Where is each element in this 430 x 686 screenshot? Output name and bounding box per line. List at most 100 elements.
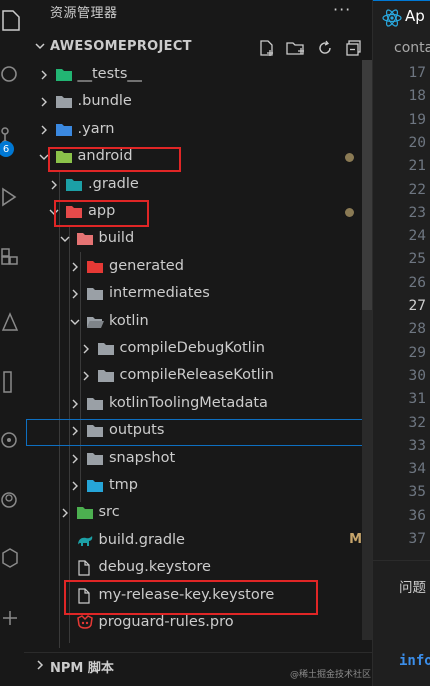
- line-number: 30: [408, 367, 426, 384]
- more-actions-icon[interactable]: ···: [333, 0, 351, 19]
- git-modified-badge: M: [349, 531, 362, 547]
- gradle-folder-icon: [65, 177, 83, 193]
- tree-item-label: tmp: [109, 477, 139, 493]
- chevron-right-icon: [37, 68, 51, 82]
- npm-scripts-title: NPM 脚本: [50, 661, 114, 676]
- generated-folder-icon: [86, 259, 104, 275]
- tree-item-label: src: [98, 504, 120, 521]
- activity-bar: 6: [0, 0, 24, 686]
- folder-icon: [97, 368, 115, 384]
- tree-item-debug-keystore[interactable]: debug.keystore: [24, 555, 372, 582]
- tree-item-label: build.gradle: [98, 531, 185, 548]
- tab-label: Ap: [405, 7, 425, 25]
- search-icon[interactable]: [0, 62, 24, 86]
- editor-area: Ap conta 17 18 19 20 21 22 23 24 25 26 27 28 29 30 31 3…: [373, 0, 430, 686]
- line-number: 29: [408, 344, 426, 361]
- tab-app[interactable]: Ap: [373, 0, 430, 34]
- explorer-title: 资源管理器: [50, 6, 118, 21]
- new-file-icon[interactable]: [256, 38, 278, 58]
- tree-item-label: generated: [109, 257, 184, 274]
- line-number: 22: [408, 181, 426, 198]
- chevron-down-icon: [58, 232, 72, 246]
- tree-item-build-gradle[interactable]: build.gradle M: [24, 528, 372, 555]
- tests-folder-icon: [55, 67, 73, 83]
- tree-item-label: __tests__: [77, 66, 142, 82]
- project-header[interactable]: AWESOMEPROJECT: [24, 36, 372, 60]
- tree-item-label: kotlinToolingMetadata: [109, 394, 268, 411]
- tree-item-tmp[interactable]: tmp: [24, 473, 372, 500]
- breadcrumb[interactable]: conta: [394, 40, 430, 56]
- focus-outline: [26, 419, 372, 446]
- line-number: 17: [408, 65, 426, 81]
- tree-item-label: compileReleaseKotlin: [119, 367, 274, 384]
- files-icon[interactable]: [0, 8, 24, 32]
- new-folder-icon[interactable]: [285, 38, 307, 58]
- proguard-file-icon: [76, 615, 94, 631]
- tree-item-generated[interactable]: generated: [24, 254, 372, 281]
- tree-item-tests[interactable]: __tests__: [24, 62, 372, 89]
- highlight-box-app: [54, 200, 149, 227]
- extensions-icon[interactable]: [0, 244, 24, 268]
- refresh-icon[interactable]: [314, 38, 336, 58]
- run-debug-icon[interactable]: [0, 185, 24, 209]
- chevron-right-icon: [68, 452, 82, 466]
- tree-item-kotlin[interactable]: kotlin: [24, 309, 372, 336]
- testing-icon[interactable]: [0, 370, 24, 394]
- chevron-right-icon: [68, 260, 82, 274]
- tree-item-label: .bundle: [77, 93, 132, 110]
- tree-item-label: compileDebugKotlin: [119, 340, 265, 356]
- tree-item-compiledebugkotlin[interactable]: compileDebugKotlin: [24, 336, 372, 363]
- yarn-folder-icon: [55, 122, 73, 138]
- tree-item-src[interactable]: src: [24, 500, 372, 527]
- tree-item-build[interactable]: build: [24, 226, 372, 253]
- line-number: 24: [408, 228, 426, 245]
- package-icon[interactable]: [0, 546, 24, 570]
- tree-item-label: intermediates: [109, 285, 210, 302]
- timeline-icon[interactable]: [0, 428, 24, 452]
- source-control-badge: 6: [0, 141, 14, 157]
- line-number: 37: [408, 531, 426, 547]
- chevron-right-icon: [79, 369, 93, 383]
- gradle-file-icon: [76, 533, 94, 549]
- tree-item-label: build: [98, 230, 135, 247]
- line-number: 32: [408, 414, 426, 431]
- tree-item-label: snapshot: [109, 449, 176, 466]
- folder-icon: [86, 396, 104, 412]
- accounts-icon[interactable]: [0, 488, 24, 512]
- remote-explorer-icon[interactable]: [0, 310, 24, 334]
- chevron-right-icon: [37, 123, 51, 137]
- folder-icon: [86, 451, 104, 467]
- tree-item-bundle[interactable]: .bundle: [24, 89, 372, 116]
- react-icon: [382, 8, 402, 32]
- build-folder-icon: [76, 231, 94, 247]
- line-number: 33: [408, 437, 426, 454]
- tree-item-label: .yarn: [77, 120, 115, 137]
- highlight-box-android: [48, 147, 181, 172]
- file-icon: [76, 560, 94, 576]
- tab-problems[interactable]: 问题: [399, 576, 426, 596]
- tree-item-yarn[interactable]: .yarn: [24, 117, 372, 144]
- tree-item-snapshot[interactable]: snapshot: [24, 446, 372, 473]
- tree-item-intermediates[interactable]: intermediates: [24, 281, 372, 308]
- project-title: AWESOMEPROJECT: [50, 39, 192, 54]
- line-number: 21: [408, 158, 426, 175]
- terminal-output: info: [399, 653, 430, 669]
- tree-item-kotlintoolingmetadata[interactable]: kotlinToolingMetadata: [24, 391, 372, 418]
- chevron-down-icon: [68, 315, 82, 329]
- tree-item-gradle[interactable]: .gradle: [24, 172, 372, 199]
- tree-item-compilereleasekotlin[interactable]: compileReleaseKotlin: [24, 363, 372, 390]
- line-number: 25: [408, 251, 426, 268]
- chevron-right-icon: [34, 659, 46, 675]
- folder-icon: [86, 286, 104, 302]
- explorer-panel: 资源管理器 ··· AWESOMEPROJECT __tests__ .bundl…: [24, 0, 373, 686]
- collapse-all-icon[interactable]: [343, 38, 365, 58]
- tree-item-label: debug.keystore: [98, 559, 211, 576]
- settings-icon[interactable]: [0, 606, 24, 630]
- highlight-box-keystore: [64, 580, 318, 615]
- tree-item-label: proguard-rules.pro: [98, 614, 234, 630]
- line-number: 18: [408, 88, 426, 105]
- scrollbar-thumb[interactable]: [362, 60, 372, 310]
- tree-item-label: kotlin: [109, 312, 149, 329]
- chevron-down-icon: [34, 40, 46, 56]
- watermark: @稀土掘金技术社区: [290, 670, 372, 680]
